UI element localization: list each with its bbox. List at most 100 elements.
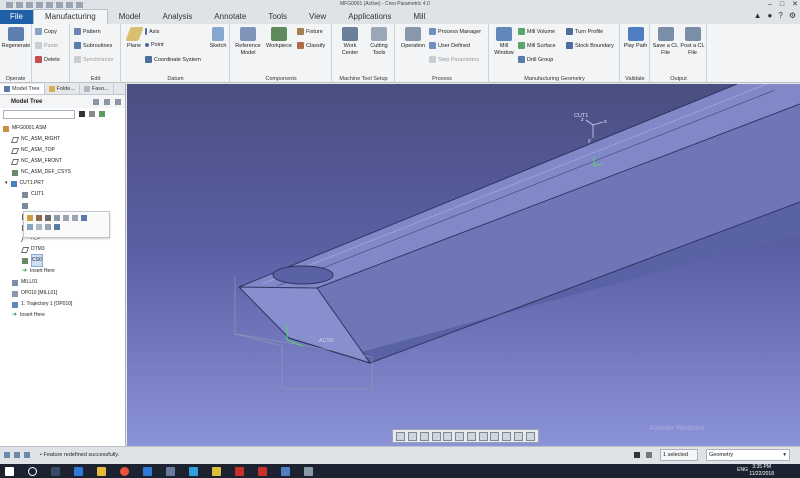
group-icon[interactable] (27, 224, 33, 230)
edge-icon[interactable] (74, 466, 83, 476)
turn-profile-button[interactable]: Turn Profile (566, 28, 603, 35)
triangle-up-icon[interactable]: ▲ (754, 11, 762, 20)
save-icon[interactable] (26, 1, 33, 8)
tree-node-trajectory[interactable]: 1. Trajectory 1 [OP010] (0, 299, 125, 310)
saved-orientations-icon[interactable] (455, 431, 465, 441)
plane-button[interactable]: Plane (124, 27, 144, 50)
redo-icon[interactable] (46, 1, 53, 8)
mill-window-button[interactable]: Mill Window (491, 27, 517, 56)
selection-filter-icon[interactable] (646, 452, 652, 458)
tab-analysis[interactable]: Analysis (152, 10, 204, 24)
selected-count[interactable]: 1 selected (660, 449, 698, 461)
reorder-icon[interactable] (36, 224, 42, 230)
work-center-button[interactable]: Work Center (335, 27, 365, 56)
tab-annotate[interactable]: Annotate (203, 10, 257, 24)
display-style-icon[interactable] (443, 431, 453, 441)
tree-node-insert-here[interactable]: ➔ Insert Here (0, 310, 125, 321)
tab-file[interactable]: File (0, 10, 33, 24)
zoom-in-icon[interactable] (408, 431, 418, 441)
navigator-icon[interactable] (4, 452, 10, 458)
system-clock[interactable]: 3:35 PM 11/22/2018 (749, 464, 774, 478)
repaint-icon[interactable] (431, 431, 441, 441)
subroutines-button[interactable]: Subroutines (74, 42, 112, 49)
input-language[interactable]: ENG (737, 467, 748, 473)
tree-node-dtm3[interactable]: DTM3 (0, 244, 125, 255)
spin-center-icon[interactable] (502, 431, 512, 441)
fixture-button[interactable]: Fixture (297, 28, 323, 35)
windows-start-icon[interactable] (5, 466, 14, 476)
datum-display-icon[interactable] (478, 431, 488, 441)
mill-surface-button[interactable]: Mill Surface (518, 42, 556, 49)
tab-view[interactable]: View (298, 10, 337, 24)
link-icon[interactable] (54, 224, 60, 230)
ie-icon[interactable] (189, 466, 198, 476)
store-icon[interactable] (143, 466, 152, 476)
classify-button[interactable]: Classify (297, 42, 325, 49)
app-icon[interactable] (166, 466, 175, 476)
search-icon[interactable]: ● (768, 11, 773, 20)
save-cl-file-button[interactable]: Save a CL File (652, 27, 679, 56)
tree-node-op010[interactable]: OP010 [MILL01] (0, 288, 125, 299)
delete-button[interactable]: Delete (35, 56, 60, 63)
operation-button[interactable]: Operation (398, 27, 428, 50)
expand-icon[interactable]: ▾ (5, 178, 8, 189)
cutting-tools-button[interactable]: Cutting Tools (365, 27, 393, 56)
binoculars-icon[interactable] (79, 111, 85, 117)
info-icon[interactable] (63, 215, 69, 221)
tree-node-feature-a[interactable] (0, 200, 125, 211)
view-manager-icon[interactable] (466, 431, 476, 441)
tree-node-insert-here-part[interactable]: ➔ Insert Here (0, 266, 125, 277)
task-view-icon[interactable] (51, 466, 60, 476)
mill-volume-button[interactable]: Mill Volume (518, 28, 555, 35)
hide-icon[interactable] (54, 215, 60, 221)
tree-node-cut1-prt[interactable]: ▾ CUT1.PRT (0, 178, 125, 189)
tab-model-tree[interactable]: Model Tree (0, 84, 45, 94)
fullscreen-icon[interactable] (24, 452, 30, 458)
tab-favorites[interactable]: Favo... (80, 84, 114, 94)
windows-icon[interactable] (66, 1, 73, 8)
drill-group-button[interactable]: Drill Group (518, 56, 553, 63)
tree-node-right[interactable]: NC_ASM_RIGHT (0, 134, 125, 145)
tab-manufacturing[interactable]: Manufacturing (33, 9, 108, 24)
creo-icon[interactable] (281, 466, 290, 476)
tab-folder-browser[interactable]: Folde... (45, 84, 80, 94)
graphics-viewport[interactable]: CUT1 x y z ACS0 Activate Windows (127, 84, 800, 446)
undo-icon[interactable] (36, 1, 43, 8)
selection-filter-dropdown[interactable]: Geometry ▾ (706, 449, 790, 461)
minimize-icon[interactable]: – (768, 0, 772, 9)
file-explorer-icon[interactable] (97, 466, 106, 476)
tree-node-cs0[interactable]: CS0 (0, 254, 125, 267)
edit-definition-icon[interactable] (27, 215, 33, 221)
search-icon[interactable] (28, 466, 37, 476)
app-icon-2[interactable] (304, 466, 313, 476)
edit-icon[interactable] (36, 215, 42, 221)
maximize-icon[interactable]: □ (780, 0, 784, 9)
tab-tools[interactable]: Tools (257, 10, 298, 24)
tab-applications[interactable]: Applications (337, 10, 402, 24)
paste-button[interactable]: Paste (35, 42, 58, 49)
zoom-out-icon[interactable] (419, 431, 429, 441)
annotation-display-icon[interactable] (490, 431, 500, 441)
acrobat-icon[interactable] (258, 466, 267, 476)
coord-system-button[interactable]: Coordinate System (145, 56, 201, 63)
chrome-icon[interactable] (120, 466, 129, 476)
close-window-icon[interactable] (76, 1, 83, 8)
tree-node-def-csys[interactable]: NC_ASM_DEF_CSYS (0, 167, 125, 178)
regenerate-icon[interactable] (56, 1, 63, 8)
user-defined-button[interactable]: User Defined (429, 42, 470, 49)
pattern-icon[interactable] (81, 215, 87, 221)
suppress-icon[interactable] (45, 215, 51, 221)
process-manager-button[interactable]: Process Manager (429, 28, 481, 35)
csys-display-icon[interactable] (513, 431, 523, 441)
point-button[interactable]: Point (145, 42, 164, 48)
axis-button[interactable]: Axis (145, 28, 159, 35)
folder-icon[interactable] (212, 466, 221, 476)
columns-icon[interactable] (93, 98, 99, 105)
step-parameters-button[interactable]: Step Parameters (429, 56, 479, 63)
new-icon[interactable] (6, 1, 13, 8)
tab-model[interactable]: Model (108, 10, 152, 24)
regenerate-button[interactable]: Regenerate (1, 27, 31, 50)
open-icon[interactable] (16, 1, 23, 8)
play-path-button[interactable]: Play Path (622, 27, 649, 50)
powerpoint-icon[interactable] (235, 466, 244, 476)
